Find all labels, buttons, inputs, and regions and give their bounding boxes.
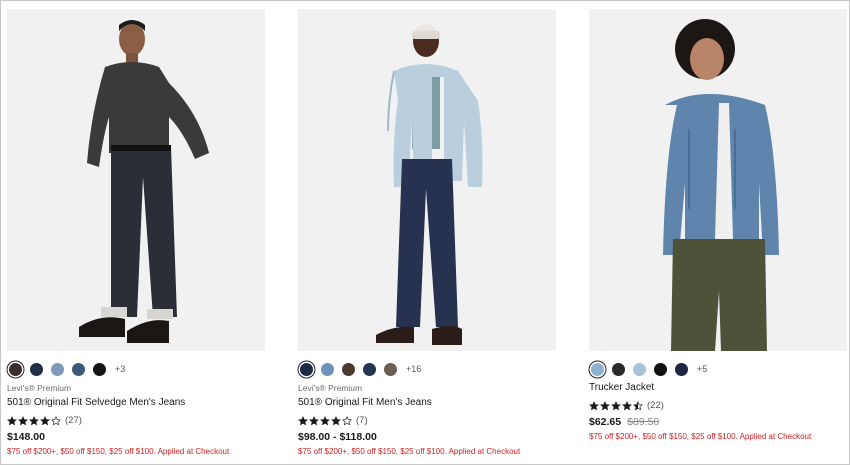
product-rating: (27) [7,414,265,427]
color-swatches: +3 [9,361,265,377]
product-image[interactable] [589,9,847,351]
color-swatch[interactable] [363,362,376,376]
sale-price: $98.00 - $118.00 [298,431,377,443]
more-colors-count[interactable]: +16 [406,364,421,374]
star-rating [298,415,353,426]
color-swatch[interactable] [93,362,106,376]
promo-text: $75 off $200+, $50 off $150, $25 off $10… [7,447,230,456]
original-price: $89.50 [627,416,660,428]
color-swatch[interactable] [321,362,334,376]
color-swatches: +16 [300,361,556,377]
star-rating [589,400,644,411]
star-icon [309,415,319,425]
star-icon [320,415,330,425]
product-card[interactable]: +16 Levi's® Premium 501® Original Fit Me… [298,9,556,456]
product-price: $62.65 $89.50 [589,416,847,430]
sale-price: $62.65 [589,416,622,428]
promo-text: $75 off $200+, $50 off $150, $25 off $10… [589,432,812,441]
color-swatch[interactable] [342,362,355,376]
color-swatch[interactable] [675,362,688,376]
product-grid: +3 Levi's® Premium 501® Original Fit Sel… [0,0,850,465]
product-brand: Levi's® Premium [298,383,363,393]
star-icon [40,415,50,425]
review-count[interactable]: (27) [65,415,82,426]
product-name[interactable]: Trucker Jacket [589,382,847,395]
product-card[interactable]: +5 Trucker Jacket (22) $62.65 $89.50 $75 … [589,9,847,441]
color-swatch[interactable] [72,362,85,376]
star-icon [589,400,599,410]
product-price: $98.00 - $118.00 [298,431,556,445]
product-image[interactable] [298,9,556,351]
color-swatch[interactable] [51,362,64,376]
more-colors-count[interactable]: +3 [115,364,125,374]
color-swatch[interactable] [591,362,604,376]
star-icon [7,415,17,425]
star-icon [600,400,610,410]
product-card[interactable]: +3 Levi's® Premium 501® Original Fit Sel… [7,9,265,456]
color-swatch[interactable] [300,362,313,376]
star-icon [611,400,621,410]
star-icon [622,400,632,410]
product-name[interactable]: 501® Original Fit Men's Jeans [298,397,556,410]
color-swatch[interactable] [633,362,646,376]
star-icon [331,415,341,425]
color-swatch[interactable] [654,362,667,376]
product-rating: (7) [298,414,556,427]
color-swatches: +5 [591,361,847,377]
star-icon [29,415,39,425]
star-icon [633,400,643,410]
color-swatch[interactable] [384,362,397,376]
color-swatch[interactable] [9,362,22,376]
star-icon [51,415,61,425]
star-icon [298,415,308,425]
review-count[interactable]: (7) [356,415,368,426]
more-colors-count[interactable]: +5 [697,364,707,374]
color-swatch[interactable] [30,362,43,376]
product-price: $148.00 [7,431,265,445]
product-image[interactable] [7,9,265,351]
star-rating [7,415,62,426]
review-count[interactable]: (22) [647,400,664,411]
color-swatch[interactable] [612,362,625,376]
star-icon [342,415,352,425]
promo-text: $75 off $200+, $50 off $150, $25 off $10… [298,447,521,456]
product-brand: Levi's® Premium [7,383,72,393]
star-icon [18,415,28,425]
sale-price: $148.00 [7,431,45,443]
product-rating: (22) [589,399,847,412]
product-name[interactable]: 501® Original Fit Selvedge Men's Jeans [7,397,265,410]
